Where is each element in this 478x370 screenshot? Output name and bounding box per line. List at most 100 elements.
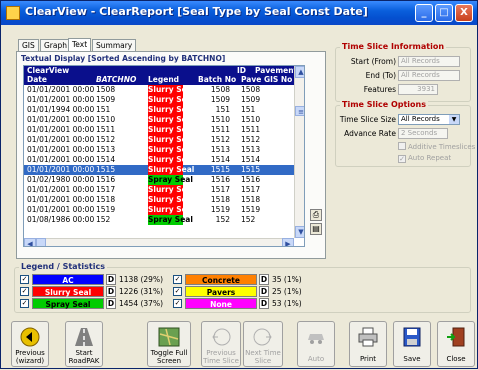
print-grid-icon[interactable]: ⎙: [310, 209, 322, 221]
cell-legend: Slurry Seal: [148, 145, 195, 155]
legend-d-button[interactable]: D: [259, 298, 269, 309]
print-button[interactable]: Print: [349, 321, 387, 367]
cell-batchno: 1509: [96, 95, 116, 104]
start-field[interactable]: All Records: [398, 56, 460, 67]
header-pave-gis-no[interactable]: Pave GIS No: [241, 75, 292, 84]
scroll-right-icon[interactable]: ▶: [282, 238, 294, 246]
table-row[interactable]: 01/01/2001 00:00 1509 Slurry Seal 1509 1509: [24, 95, 294, 105]
header-batch-no[interactable]: Batch No: [198, 75, 236, 84]
header-date[interactable]: Date: [27, 75, 47, 84]
legend-swatch[interactable]: AC: [32, 274, 104, 285]
time-slice-options-group: Time Slice Options Time Slice Size All R…: [335, 100, 475, 167]
close-button[interactable]: Close: [437, 321, 475, 367]
table-row[interactable]: 01/01/2001 00:00 1512 Slurry Seal 1512 1512: [24, 135, 294, 145]
cell-date: 01/01/2001 00:00: [27, 125, 95, 134]
legend-swatch[interactable]: None: [185, 298, 257, 309]
cell-batch-no: 1519: [210, 205, 230, 214]
cell-date: 01/01/2001 00:00: [27, 145, 95, 154]
cell-date: 01/01/2001 00:00: [27, 85, 95, 94]
legend-d-button[interactable]: D: [259, 286, 269, 297]
table-row[interactable]: 01/01/2001 00:00 1517 Slurry Seal 1517 1517: [24, 185, 294, 195]
features-label: Features: [363, 85, 396, 94]
checkmark-icon[interactable]: ✓: [20, 299, 29, 308]
advance-rate-select[interactable]: 2 Seconds: [398, 128, 448, 139]
hscroll-thumb[interactable]: [36, 238, 46, 246]
legend-stat: 53 (1%): [272, 299, 302, 308]
legend-d-button[interactable]: D: [106, 274, 116, 285]
close-window-button[interactable]: X: [455, 4, 473, 22]
next-time-slice-button[interactable]: Next Time Slice: [243, 321, 283, 367]
scroll-thumb[interactable]: ≡: [295, 106, 304, 116]
cell-legend: Slurry Seal: [148, 155, 195, 165]
save-button[interactable]: Save: [393, 321, 431, 367]
cell-legend: Spray Seal: [148, 215, 193, 225]
table-row[interactable]: 01/01/2001 00:00 1514 Slurry Seal 1514 1514: [24, 155, 294, 165]
checkmark-icon[interactable]: ✓: [20, 275, 29, 284]
legend-d-button[interactable]: D: [106, 286, 116, 297]
table-row[interactable]: 01/02/1980 00:00 1516 Spray Seal 1516 1516: [24, 175, 294, 185]
slice-size-select[interactable]: All Records ▼: [398, 114, 460, 125]
end-field[interactable]: All Records: [398, 70, 460, 81]
scroll-up-icon[interactable]: ▲: [295, 66, 304, 78]
table-row[interactable]: 01/01/1994 00:00 151 Slurry Seal 151 151: [24, 105, 294, 115]
legend-swatch[interactable]: Pavers: [185, 286, 257, 297]
previous-time-slice-button[interactable]: Previous Time Slice: [201, 321, 241, 367]
checkmark-icon[interactable]: ✓: [20, 287, 29, 296]
table-row[interactable]: 01/01/2001 00:00 1511 Slurry Seal 1511 1511: [24, 125, 294, 135]
header-batchno[interactable]: BATCHNO: [96, 75, 136, 84]
table-row[interactable]: 01/01/2001 00:00 1518 Slurry Seal 1518 1518: [24, 195, 294, 205]
legend-swatch[interactable]: Slurry Seal: [32, 286, 104, 297]
save-grid-icon[interactable]: ▤: [310, 223, 322, 235]
legend-statistics-group: Legend / Statistics ✓ AC D 1138 (29%) ✓ Slurr…: [14, 262, 471, 313]
minimize-button[interactable]: _: [415, 4, 433, 22]
app-icon: [6, 6, 20, 20]
table-row[interactable]: 01/08/1986 00:00 152 Spray Seal 152 152: [24, 215, 294, 225]
tab-text[interactable]: Text: [68, 38, 92, 52]
tab-gis[interactable]: GIS: [18, 39, 39, 51]
cell-date: 01/01/2001 00:00: [27, 115, 95, 124]
slice-size-value: All Records: [401, 115, 440, 123]
maximize-button[interactable]: □: [435, 4, 453, 22]
close-label: Close: [446, 355, 466, 363]
exit-door-icon: [447, 327, 465, 347]
features-field[interactable]: 3931: [398, 84, 438, 95]
start-roadpak-button[interactable]: Start RoadPAK: [65, 321, 103, 367]
cell-batchno: 1519: [96, 205, 116, 214]
legend-swatch[interactable]: Spray Seal: [32, 298, 104, 309]
legend-swatch[interactable]: Concrete: [185, 274, 257, 285]
cell-batch-no: 1510: [210, 115, 230, 124]
header-legend[interactable]: Legend: [148, 75, 179, 84]
checkmark-icon[interactable]: ✓: [173, 299, 182, 308]
vertical-scrollbar[interactable]: ▲ ≡ ▼: [294, 66, 304, 238]
table-row[interactable]: 01/01/2001 00:00 1508 Slurry Seal 1508 1508: [24, 85, 294, 95]
cell-date: 01/01/1994 00:00: [27, 105, 95, 114]
legend-d-button[interactable]: D: [259, 274, 269, 285]
checkmark-icon[interactable]: ✓: [173, 287, 182, 296]
horizontal-scrollbar[interactable]: ◀ ▶: [24, 238, 294, 246]
data-grid[interactable]: ClearView ID Pavement Date BATCHNO Legen…: [23, 65, 305, 247]
cell-legend: Slurry Seal: [148, 185, 195, 195]
legend-stat: 1138 (29%): [119, 275, 163, 284]
title-bar[interactable]: ClearView - ClearReport [Seal Type by Se…: [1, 1, 477, 25]
auto-repeat-checkbox[interactable]: ✓ Auto Repeat: [398, 154, 451, 163]
auto-repeat-label: Auto Repeat: [408, 154, 452, 162]
toggle-full-screen-button[interactable]: Toggle Full Screen: [147, 321, 191, 367]
scroll-down-icon[interactable]: ▼: [295, 226, 304, 238]
table-row[interactable]: 01/01/2001 00:00 1519 Slurry Seal 1519 1519: [24, 205, 294, 215]
additive-timeslices-checkbox[interactable]: Additive Timeslices: [398, 142, 475, 151]
auto-button[interactable]: Auto: [297, 321, 335, 367]
legend-d-button[interactable]: D: [106, 298, 116, 309]
table-row[interactable]: 01/01/2001 00:00 1513 Slurry Seal 1513 1513: [24, 145, 294, 155]
tab-summary[interactable]: Summary: [92, 39, 137, 51]
scroll-left-icon[interactable]: ◀: [24, 238, 36, 246]
tab-graph[interactable]: Graph: [40, 39, 72, 51]
table-row[interactable]: 01/01/2001 00:00 1515 Slurry Seal 1515 1515: [24, 165, 294, 175]
checkmark-icon[interactable]: ✓: [173, 275, 182, 284]
previous-time-slice-label: Previous Time Slice: [203, 349, 239, 365]
cell-batchno: 1514: [96, 155, 116, 164]
cell-date: 01/01/2001 00:00: [27, 185, 95, 194]
table-row[interactable]: 01/01/2001 00:00 1510 Slurry Seal 1510 1510: [24, 115, 294, 125]
previous-wizard-button[interactable]: Previous (wizard): [11, 321, 49, 367]
cell-pave-gis-no: 1509: [241, 95, 261, 104]
chevron-down-icon[interactable]: ▼: [449, 115, 459, 124]
